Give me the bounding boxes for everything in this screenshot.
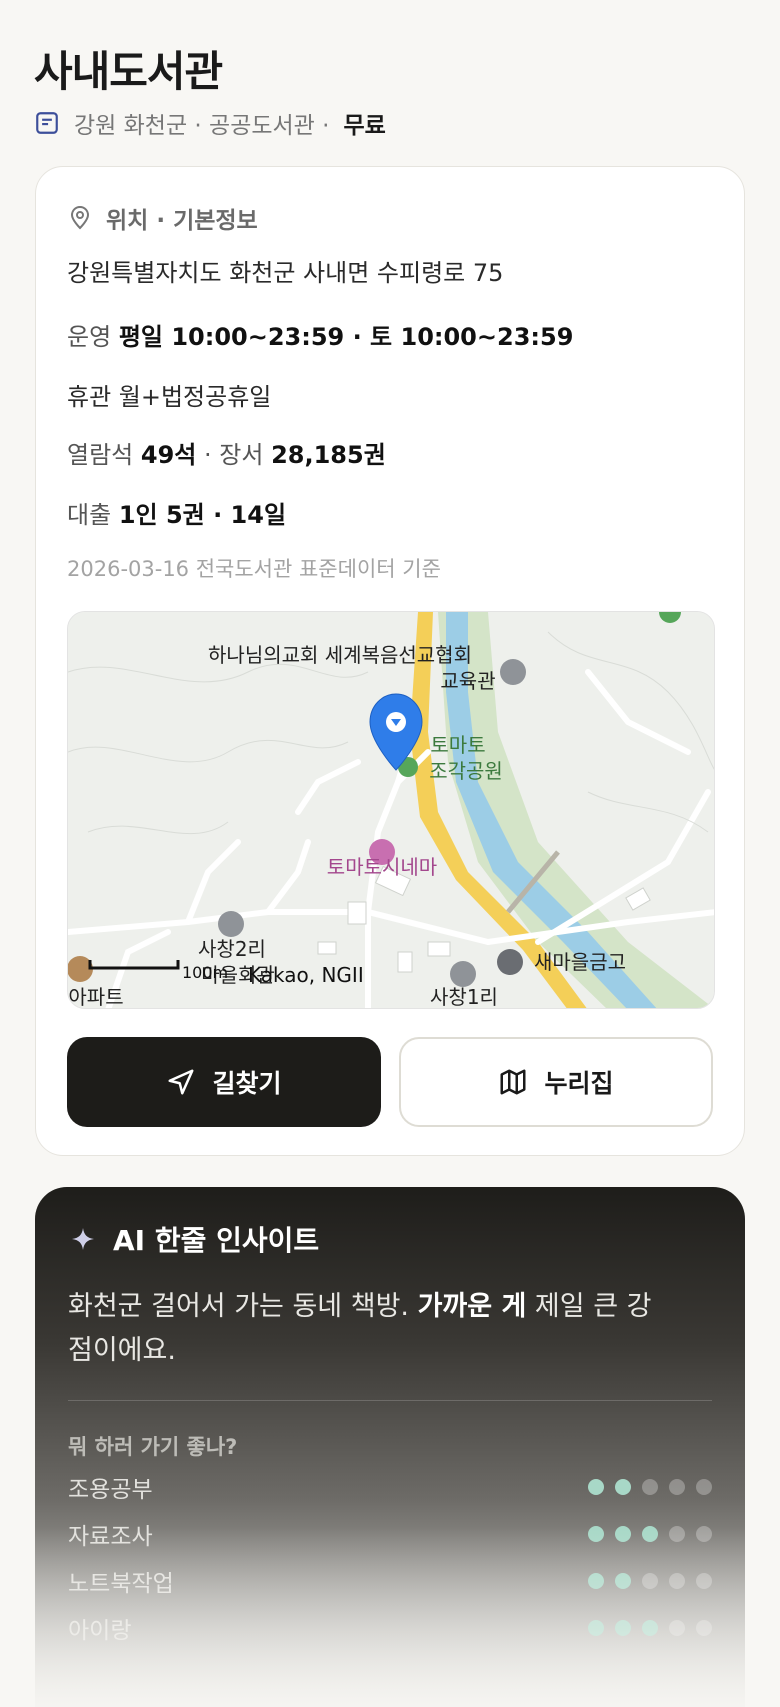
- rating-label: 조용공부: [68, 1477, 153, 1503]
- ai-summary: 화천군 걸어서 가는 동네 책방. 가까운 게 제일 큰 강점이에요.: [68, 1285, 668, 1373]
- library-meta: 강원 화천군 · 공공도서관 · 무료: [34, 106, 386, 140]
- map-icon: [500, 1069, 526, 1095]
- fee-badge: 무료: [343, 113, 386, 139]
- ai-text-highlight: 가까운 게: [417, 1291, 527, 1322]
- hours-label: 운영: [67, 323, 112, 351]
- rating-dot-filled: [588, 1479, 604, 1495]
- rating-dot-empty: [669, 1479, 685, 1495]
- map-credit: Kakao, NGII: [248, 963, 364, 987]
- website-button[interactable]: 누리집: [399, 1037, 713, 1127]
- seats-label: 열람석: [67, 441, 134, 469]
- map-label-church2: 교육관: [440, 669, 495, 693]
- rating-dots: [588, 1479, 712, 1495]
- address: 강원특별자치도 화천군 사내면 수피령로 75: [67, 259, 504, 287]
- website-label: 누리집: [544, 1069, 614, 1098]
- bottom-fade: [35, 1527, 745, 1707]
- rating-dot-filled: [615, 1479, 631, 1495]
- region-text: 강원 화천군 · 공공도서관 ·: [74, 113, 330, 139]
- divider: [68, 1400, 712, 1401]
- page-title: 사내도서관: [34, 47, 223, 96]
- rating-dot-empty: [696, 1479, 712, 1495]
- rating-dot-empty: [642, 1479, 658, 1495]
- hours-line: 운영 평일 10:00~23:59 · 토 10:00~23:59: [67, 317, 573, 352]
- map-label-village1: 사창2리: [198, 937, 266, 961]
- rating-row: 조용공부: [68, 1467, 712, 1507]
- loan-label: 대출: [67, 501, 112, 529]
- sparkle-icon: [72, 1228, 94, 1250]
- location-map[interactable]: 하나님의교회 세계복음선교협회 교육관 토마토 조각공원 토마토시네마 사창2리…: [67, 611, 715, 1009]
- seats-value: 49석: [140, 441, 197, 469]
- map-label-bank: 새마을금고: [534, 950, 626, 974]
- section-header: 위치 · 기본정보: [68, 201, 258, 235]
- capacity-line: 열람석 49석 · 장서 28,185권: [67, 435, 386, 470]
- document-icon: [36, 112, 58, 134]
- ai-text-pre: 화천군 걸어서 가는 동네 책방.: [68, 1291, 418, 1322]
- map-label-park2: 조각공원: [429, 759, 503, 783]
- map-label-park1: 토마토: [430, 733, 485, 757]
- ai-title: AI 한줄 인사이트: [113, 1224, 320, 1257]
- navigation-arrow-icon: [168, 1069, 194, 1095]
- map-label-church: 하나님의교회 세계복음선교협회: [208, 643, 472, 667]
- loan-value: 1인 5권 · 14일: [118, 501, 287, 529]
- directions-label: 길찾기: [212, 1069, 282, 1098]
- location-pin-icon: [70, 205, 90, 230]
- hours-value: 평일 10:00~23:59 · 토 10:00~23:59: [118, 323, 574, 351]
- section-title: 위치 · 기본정보: [106, 208, 258, 234]
- info-card: 위치 · 기본정보 강원특별자치도 화천군 사내면 수피령로 75 운영 평일 …: [35, 166, 745, 1156]
- books-label: · 장서: [204, 441, 264, 469]
- map-label-village2: 사창1리: [430, 985, 498, 1009]
- map-label-apt: 아파트: [68, 985, 123, 1009]
- map-scale: 100m: [182, 963, 228, 982]
- map-label-cinema: 토마토시네마: [327, 855, 437, 879]
- ai-header: AI 한줄 인사이트: [71, 1219, 319, 1259]
- data-date: 2026-03-16 전국도서관 표준데이터 기준: [67, 557, 441, 581]
- ai-question: 뭐 하러 가기 좋나?: [68, 1435, 238, 1459]
- directions-button[interactable]: 길찾기: [67, 1037, 381, 1127]
- loan-line: 대출 1인 5권 · 14일: [67, 495, 286, 530]
- books-value: 28,185권: [271, 441, 386, 469]
- closed-days: 휴관 월+법정공휴일: [67, 383, 272, 411]
- ai-insight-card: AI 한줄 인사이트 화천군 걸어서 가는 동네 책방. 가까운 게 제일 큰 …: [35, 1187, 745, 1707]
